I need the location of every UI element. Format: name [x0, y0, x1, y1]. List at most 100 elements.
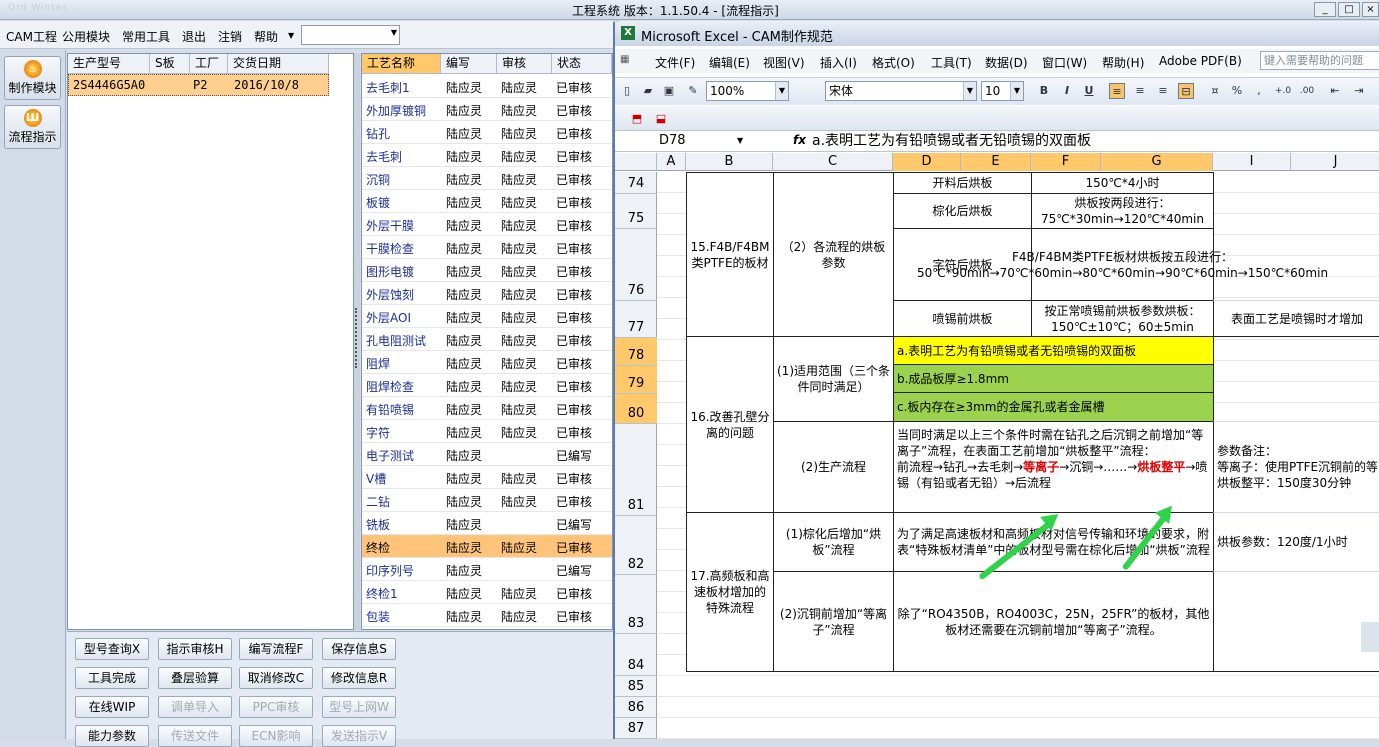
- col-header-model[interactable]: 生产型号: [68, 54, 150, 74]
- table-row[interactable]: 外层干膜 陆应灵 陆应灵 已审核: [362, 213, 612, 236]
- align-center-icon[interactable]: ≡: [1132, 83, 1148, 99]
- excel-menu-file[interactable]: 文件(F): [655, 54, 695, 71]
- col-header-factory[interactable]: 工厂: [190, 54, 228, 74]
- col-G[interactable]: G: [1101, 153, 1213, 171]
- brush-icon[interactable]: ✎: [685, 83, 701, 99]
- col-D[interactable]: D: [893, 153, 961, 171]
- table-row[interactable]: 有铅喷锡 陆应灵 陆应灵 已审核: [362, 397, 612, 420]
- action-button[interactable]: 型号查询X: [75, 638, 149, 660]
- decrease-decimal-icon[interactable]: .00: [1299, 83, 1315, 99]
- action-button[interactable]: 传送文件: [158, 725, 232, 747]
- cell-D74[interactable]: 开料后烘板: [893, 172, 1032, 194]
- menu-logout[interactable]: 注销: [218, 28, 242, 45]
- cell-I83[interactable]: [1213, 571, 1379, 672]
- percent-icon[interactable]: %: [1229, 83, 1245, 99]
- col-A[interactable]: A: [657, 153, 686, 171]
- underline-icon[interactable]: U: [1081, 83, 1097, 99]
- excel-menu-format[interactable]: 格式(O): [872, 54, 915, 71]
- action-button[interactable]: 叠层验算: [158, 667, 232, 689]
- table-row[interactable]: 阻焊 陆应灵 陆应灵 已审核: [362, 351, 612, 374]
- row-header[interactable]: 80: [615, 394, 657, 424]
- increase-decimal-icon[interactable]: +.0: [1275, 83, 1291, 99]
- row-header[interactable]: 84: [615, 634, 657, 676]
- maximize-button[interactable]: □: [1338, 2, 1360, 17]
- action-button[interactable]: 能力参数: [75, 725, 149, 747]
- currency-icon[interactable]: ¤: [1207, 83, 1223, 99]
- table-row[interactable]: 阻焊检查 陆应灵 陆应灵 已审核: [362, 374, 612, 397]
- nav-make-module[interactable]: ♨ 制作模块: [4, 56, 61, 100]
- table-row[interactable]: 图形电镀 陆应灵 陆应灵 已审核: [362, 259, 612, 282]
- row-header[interactable]: 85: [615, 676, 657, 697]
- row-header[interactable]: 75: [615, 194, 657, 229]
- table-row[interactable]: 二钻 陆应灵 陆应灵 已审核: [362, 489, 612, 512]
- table-row[interactable]: 外加厚镀铜 陆应灵 陆应灵 已审核: [362, 98, 612, 121]
- table-row[interactable]: 去毛刺 陆应灵 陆应灵 已审核: [362, 144, 612, 167]
- col-header-process[interactable]: 工艺名称: [362, 54, 441, 74]
- action-button[interactable]: 工具完成: [75, 667, 149, 689]
- new-icon[interactable]: ▯: [619, 83, 635, 99]
- cell-F75[interactable]: 烘板按两段进行：75℃*30min→120℃*40min: [1031, 193, 1214, 229]
- cell-D83[interactable]: 除了“RO4350B，RO4003C，25N，25FR”的板材，其他板材还需要在…: [893, 571, 1214, 672]
- formula-input[interactable]: a.表明工艺为有铅喷锡或者无铅喷锡的双面板: [812, 132, 1091, 151]
- table-row[interactable]: 包装 陆应灵 陆应灵 已审核: [362, 604, 612, 627]
- cell-B15[interactable]: 15.F4B/F4BM类PTFE的板材: [686, 172, 774, 337]
- col-F[interactable]: F: [1031, 153, 1101, 171]
- excel-menu-pdf[interactable]: Adobe PDF(B): [1159, 54, 1242, 68]
- name-box[interactable]: D78 ▼: [619, 132, 747, 151]
- menu-cam[interactable]: CAM工程: [6, 28, 57, 45]
- scroll-grip[interactable]: [1361, 622, 1379, 652]
- cell-F77[interactable]: 按正常喷锡前烘板参数烘板：150℃±10℃；60±5min: [1031, 300, 1214, 337]
- action-button[interactable]: 在线WIP: [75, 696, 149, 718]
- row-header[interactable]: 81: [615, 424, 657, 516]
- action-button[interactable]: 取消修改C: [239, 667, 313, 689]
- menu-tools[interactable]: 常用工具: [122, 28, 170, 45]
- table-row[interactable]: 钻孔 陆应灵 陆应灵 已审核: [362, 121, 612, 144]
- col-E[interactable]: E: [961, 153, 1031, 171]
- table-row[interactable]: 2S4446G5A0 P2 2016/10/8: [68, 74, 329, 96]
- col-C[interactable]: C: [773, 153, 893, 171]
- action-button[interactable]: 指示审核H: [158, 638, 232, 660]
- pdf-mail-icon[interactable]: ⬓: [653, 111, 669, 127]
- table-row[interactable]: 外层AOI 陆应灵 陆应灵 已审核: [362, 305, 612, 328]
- cell-D79[interactable]: b.成品板厚≥1.8mm: [893, 364, 1214, 393]
- excel-doc-icon[interactable]: ▦: [620, 54, 629, 65]
- cell-C82[interactable]: (1)棕化后增加“烘板”流程: [773, 512, 894, 572]
- row-header[interactable]: 82: [615, 516, 657, 575]
- worksheet[interactable]: 15.F4B/F4BM类PTFE的板材 （2）各流程的烘板参数 开料后烘板 15…: [657, 172, 1379, 739]
- menu-overflow-icon[interactable]: ▼: [288, 31, 294, 40]
- col-header-s[interactable]: S板: [150, 54, 190, 74]
- row-header[interactable]: 76: [615, 229, 657, 301]
- cell-C83[interactable]: (2)沉铜前增加“等离子”流程: [773, 571, 894, 672]
- cell-F74[interactable]: 150℃*4小时: [1031, 172, 1214, 194]
- col-header-date[interactable]: 交货日期: [228, 54, 329, 74]
- cell-D80[interactable]: c.板内存在≥3mm的金属孔或者金属槽: [893, 392, 1214, 422]
- col-B[interactable]: B: [686, 153, 773, 171]
- row-header[interactable]: 74: [615, 172, 657, 194]
- cell-I81[interactable]: 参数备注： 等离子：使用PTFE沉铜前的等 烘板整平：150度30分钟: [1213, 421, 1379, 513]
- action-button[interactable]: 调单导入: [158, 696, 232, 718]
- merge-center-icon[interactable]: ⊟: [1178, 83, 1194, 99]
- excel-menu-tools[interactable]: 工具(T): [931, 54, 972, 71]
- nav-flow-instruction[interactable]: Ш 流程指示: [4, 105, 61, 149]
- table-row[interactable]: 孔电阻测试 陆应灵 陆应灵 已审核: [362, 328, 612, 351]
- col-header-writer[interactable]: 编写: [441, 54, 497, 74]
- col-I[interactable]: I: [1213, 153, 1291, 171]
- table-row[interactable]: 板镀 陆应灵 陆应灵 已审核: [362, 190, 612, 213]
- font-select[interactable]: 宋体 ▼: [825, 81, 977, 101]
- action-button[interactable]: ECN影响: [239, 725, 313, 747]
- table-row[interactable]: 干膜检查 陆应灵 陆应灵 已审核: [362, 236, 612, 259]
- help-search-input[interactable]: 键入需要帮助的问题: [1260, 51, 1379, 70]
- table-row[interactable]: 外层蚀刻 陆应灵 陆应灵 已审核: [362, 282, 612, 305]
- row-header[interactable]: 86: [615, 697, 657, 718]
- table-row[interactable]: 终检1 陆应灵 陆应灵 已审核: [362, 581, 612, 604]
- action-button[interactable]: 型号上网W: [322, 696, 396, 718]
- action-button[interactable]: PPC审核: [239, 696, 313, 718]
- col-J[interactable]: J: [1291, 153, 1379, 171]
- cell-I77[interactable]: 表面工艺是喷锡时才增加: [1213, 300, 1379, 337]
- select-all[interactable]: [615, 153, 657, 171]
- menu-help[interactable]: 帮助: [254, 28, 278, 45]
- row-header[interactable]: 78: [615, 338, 657, 366]
- close-button[interactable]: ×: [1362, 2, 1379, 17]
- row-header[interactable]: 77: [615, 301, 657, 338]
- menu-combo[interactable]: ▼: [301, 25, 400, 45]
